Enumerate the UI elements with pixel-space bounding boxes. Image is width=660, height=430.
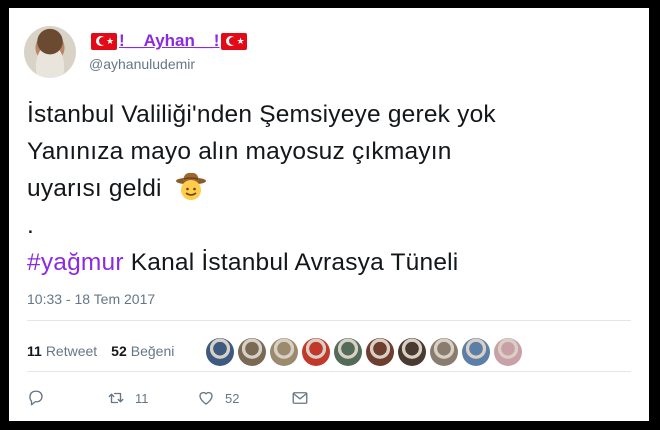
envelope-icon [292,392,308,404]
tweet-text-line: Yanınıza mayo alın mayosuz çıkmayın [27,138,452,165]
tweet-text-line: . [27,212,35,239]
like-stat[interactable]: 52 Beğeni [111,343,174,359]
tweet-text-segment: Kanal İstanbul Avrasya Tüneli [123,249,459,276]
tweet-text-line: İstanbul Valiliği'nden Şemsiyeye gerek y… [27,101,496,128]
heart-icon [199,391,213,405]
liker-avatar[interactable] [366,338,394,366]
tweet-actions: 11 52 [27,389,309,407]
liker-avatar[interactable] [206,338,234,366]
user-handle[interactable]: @ayhanuludemir [89,56,195,72]
timestamp[interactable]: 10:33 - 18 Tem 2017 [27,291,155,307]
reply-icon [29,390,43,406]
direct-message-button[interactable] [291,389,309,407]
like-count: 52 [225,390,240,406]
liker-avatar[interactable] [302,338,330,366]
like-button[interactable]: 52 [197,389,291,407]
avatar[interactable] [24,26,76,78]
turkish-flag-icon: ★ [221,32,248,50]
reply-button[interactable] [27,389,107,407]
retweet-stat[interactable]: 11 Retweet [27,343,97,359]
liker-avatar[interactable] [270,338,298,366]
display-name[interactable]: ★ !__Ayhan__! ★ [89,30,249,52]
liker-avatar[interactable] [238,338,266,366]
retweet-icon [108,392,124,404]
liker-avatar[interactable] [462,338,490,366]
retweet-button[interactable]: 11 [107,389,197,407]
engagement-stats: 11 Retweet 52 Beğeni [27,343,174,359]
display-name-text: !__Ayhan__! [119,31,220,50]
tweet-text-segment: uyarısı geldi [27,175,162,202]
liker-avatar[interactable] [494,338,522,366]
cowboy-face-emoji-icon [175,170,207,202]
liker-avatar[interactable] [398,338,426,366]
likers-avatars [206,338,522,366]
turkish-flag-icon: ★ [91,32,117,50]
tweet-text: İstanbul Valiliği'nden Şemsiyeye gerek y… [27,96,627,281]
tweet-text-line: #yağmur Kanal İstanbul Avrasya Tüneli [27,244,627,281]
liker-avatar[interactable] [430,338,458,366]
hashtag-link[interactable]: #yağmur [27,249,124,276]
retweet-count: 11 [135,390,149,406]
divider [27,371,631,372]
divider [27,320,631,321]
tweet-text-line: uyarısı geldi [27,170,627,207]
liker-avatar[interactable] [334,338,362,366]
tweet-card: ★ !__Ayhan__! ★ @ayhanuludemir İstanbul … [9,8,649,421]
